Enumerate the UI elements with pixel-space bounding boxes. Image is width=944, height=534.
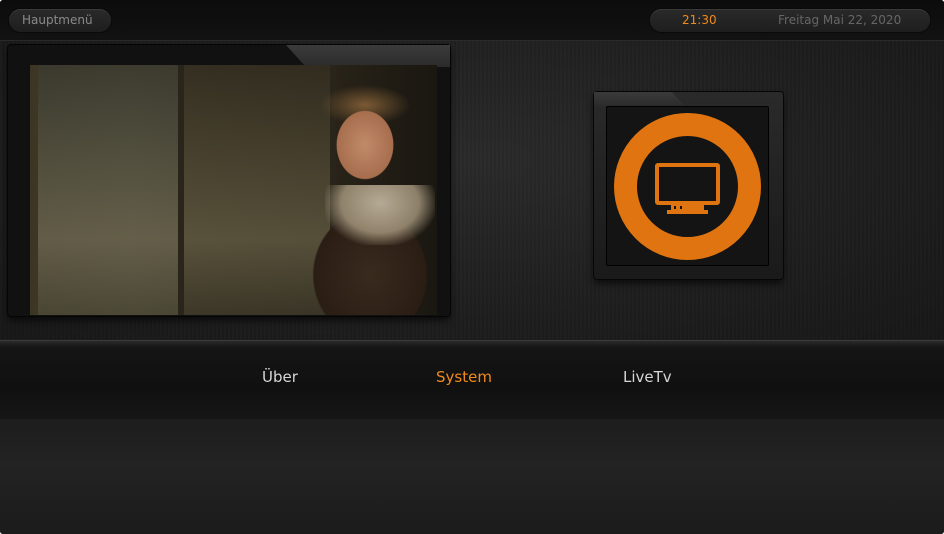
tile-inner — [606, 106, 769, 266]
breadcrumb-label: Hauptmenü — [22, 13, 93, 27]
breadcrumb: Hauptmenü — [9, 9, 111, 32]
clock-panel: 21:30 Freitag Mai 22, 2020 — [650, 9, 930, 32]
clock-time: 21:30 — [682, 13, 717, 27]
video-preview[interactable] — [8, 45, 450, 316]
preview-tab — [286, 45, 450, 67]
system-tile[interactable] — [594, 92, 783, 279]
monitor-icon — [614, 113, 761, 260]
tile-tab — [594, 92, 684, 106]
main-menu-bar: Über System LiveTv — [0, 340, 944, 420]
kodi-screen: Hauptmenü 21:30 Freitag Mai 22, 2020 Übe… — [0, 0, 944, 534]
top-bar: Hauptmenü 21:30 Freitag Mai 22, 2020 — [0, 0, 944, 41]
menu-item-livetv[interactable]: LiveTv — [623, 368, 672, 386]
clock-date: Freitag Mai 22, 2020 — [778, 13, 902, 27]
menu-item-system[interactable]: System — [436, 368, 492, 386]
menu-item-uber[interactable]: Über — [262, 368, 298, 386]
video-frame — [30, 65, 437, 315]
bottom-area — [0, 419, 944, 534]
